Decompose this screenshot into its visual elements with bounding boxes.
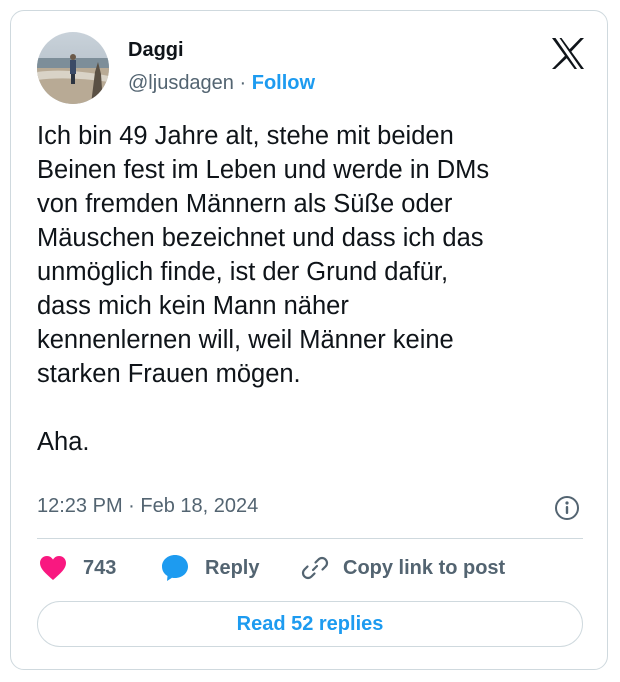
reply-label: Reply — [205, 556, 260, 579]
author-handle[interactable]: @ljusdagen — [128, 72, 234, 94]
reply-button[interactable]: Reply — [161, 552, 259, 584]
follow-link[interactable]: Follow — [252, 72, 315, 94]
tweet-text: Ich bin 49 Jahre alt, stehe mit beiden B… — [37, 122, 490, 456]
handle-separator: · — [239, 72, 247, 94]
copy-link-label: Copy link to post — [343, 556, 506, 579]
link-icon — [301, 556, 329, 580]
x-logo-icon[interactable] — [551, 38, 585, 69]
like-button[interactable]: 743 — [39, 552, 116, 584]
author-name[interactable]: Daggi — [128, 39, 184, 62]
heart-icon — [40, 556, 66, 580]
copy-link-button[interactable]: Copy link to post — [301, 552, 505, 584]
read-replies-button[interactable]: Read 52 replies — [37, 601, 583, 647]
avatar[interactable] — [37, 32, 109, 104]
like-count: 743 — [83, 556, 117, 579]
action-bar: 743 Reply Copy link to post — [37, 552, 583, 584]
tweet-card: Daggi @ljusdagen · Follow Ich bin 49 Jah… — [10, 10, 608, 670]
avatar-photo — [37, 32, 109, 104]
tweet-timestamp[interactable]: 12:23 PM · Feb 18, 2024 — [37, 495, 258, 518]
author-handle-row: @ljusdagen · Follow — [128, 72, 315, 95]
info-icon[interactable] — [554, 495, 580, 521]
speech-bubble-icon — [162, 555, 188, 581]
divider — [37, 538, 583, 539]
